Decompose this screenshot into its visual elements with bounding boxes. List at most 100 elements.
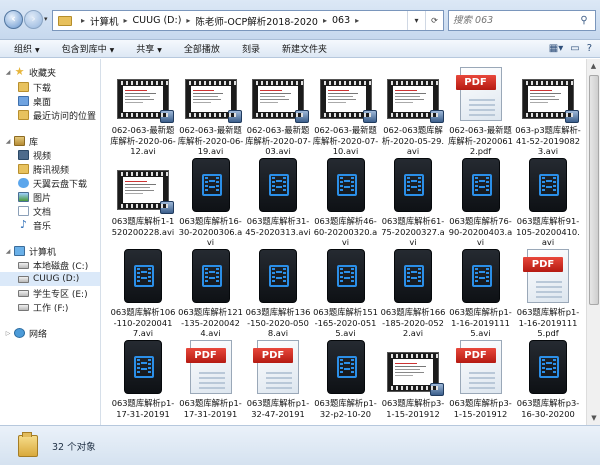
share-menu[interactable]: 共享 ▼ xyxy=(122,42,170,55)
scroll-down-icon[interactable]: ▼ xyxy=(587,411,600,425)
nav-music[interactable]: ♪ 音乐 xyxy=(18,218,51,232)
file-item[interactable]: PDF 063题库解析p1-32-47-20191 xyxy=(245,336,311,425)
file-item[interactable]: 063题库解析1-1520200228.avi xyxy=(110,154,176,246)
nav-computer[interactable]: ◢ 计算机 xyxy=(4,244,56,258)
file-item[interactable]: 062-063-最新题库解析-2020-06-12.avi xyxy=(110,63,176,156)
file-thumbnail: PDF xyxy=(520,245,576,305)
address-bar[interactable]: ▸ 计算机 ▸ CUUG (D:) ▸ 陈老师-OCP解析2018-2020 ▸… xyxy=(52,10,444,31)
collapse-icon[interactable]: ◢ xyxy=(4,138,12,145)
file-item[interactable]: 063题库解析91-105-20200410.avi xyxy=(515,154,581,247)
breadcrumb-chevron-icon[interactable]: ▸ xyxy=(323,16,327,25)
file-item[interactable]: 063题库解析16-30-20200306.avi xyxy=(178,154,244,247)
vertical-scrollbar[interactable]: ▲ ▼ xyxy=(586,59,600,425)
nav-network[interactable]: ▷ 网络 xyxy=(4,326,47,340)
organize-menu[interactable]: 组织 ▼ xyxy=(0,42,48,55)
file-item[interactable]: 063题库解析136-150-2020-0508.avi xyxy=(245,245,311,338)
include-in-library-menu[interactable]: 包含到库中 ▼ xyxy=(48,42,123,55)
file-item[interactable]: 063-p3题库解析-41-52-20190823.avi xyxy=(515,63,581,156)
pdf-file-icon: PDF xyxy=(523,249,569,303)
address-dropdown-icon[interactable]: ▾ xyxy=(407,11,425,30)
breadcrumb-chevron-icon[interactable]: ▸ xyxy=(81,16,85,25)
file-name: 063题库解析46-60-20200320.avi xyxy=(313,216,378,247)
recent-places-icon xyxy=(18,110,29,120)
file-thumbnail xyxy=(453,154,509,214)
help-icon[interactable]: ? xyxy=(587,43,592,54)
nav-videos[interactable]: 视频 xyxy=(18,148,51,162)
cloud-icon xyxy=(18,178,29,188)
file-item[interactable]: PDF 063题库解析p3-1-15-201912 xyxy=(448,336,514,425)
file-item[interactable]: 063题库解析p1-17-31-20191 xyxy=(110,336,176,425)
file-item[interactable]: 063题库解析151-165-2020-0515.avi xyxy=(313,245,379,338)
file-thumbnail xyxy=(318,336,374,396)
breadcrumb-chevron-icon[interactable]: ▸ xyxy=(186,16,190,25)
search-input[interactable] xyxy=(453,12,577,29)
file-name: 063题库解析121-135-20200424.avi xyxy=(178,307,243,338)
file-item[interactable]: 062-063题库解析-2020-05-29.avi xyxy=(380,63,446,156)
file-item[interactable]: 063题库解析106-110-20200417.avi xyxy=(110,245,176,338)
burn-button[interactable]: 刻录 xyxy=(228,42,268,55)
nav-drive-f[interactable]: 工作 (F:) xyxy=(18,300,68,314)
new-folder-button[interactable]: 新建文件夹 xyxy=(268,42,335,55)
nav-drive-e[interactable]: 学生专区 (E:) xyxy=(18,286,88,300)
file-item[interactable]: 063题库解析166-185-2020-0522.avi xyxy=(380,245,446,338)
scroll-up-icon[interactable]: ▲ xyxy=(587,59,600,73)
view-options-icon[interactable]: ▦▾ xyxy=(549,43,563,54)
file-item[interactable]: 062-063-最新题库解析-2020-07-10.avi xyxy=(313,63,379,156)
file-item[interactable]: 063题库解析p1-32-p2-10-20 xyxy=(313,336,379,425)
file-thumbnail xyxy=(520,154,576,214)
file-name: 063题库解析1-1520200228.avi xyxy=(111,216,175,237)
breadcrumb-chevron-icon[interactable]: ▸ xyxy=(355,16,359,25)
nav-favorites[interactable]: ◢ ★ 收藏夹 xyxy=(4,65,56,79)
nav-tianyi-cloud[interactable]: 天翼云盘下载 xyxy=(18,176,87,190)
video-thumbnail-icon xyxy=(387,352,444,396)
file-item[interactable]: 063题库解析61-75-20200327.avi xyxy=(380,154,446,247)
file-item[interactable]: 063题库解析31-45-2020313.avi xyxy=(245,154,311,246)
scrollbar-thumb[interactable] xyxy=(589,75,599,305)
file-item[interactable]: 063题库解析p1-1-16-20191115.avi xyxy=(448,245,514,338)
collapse-icon[interactable]: ◢ xyxy=(4,248,12,255)
file-item[interactable]: PDF 063题库解析p1-17-31-20191 xyxy=(178,336,244,425)
breadcrumb-folder[interactable]: 陈老师-OCP解析2018-2020 xyxy=(195,14,318,28)
recent-pages-dropdown[interactable]: ▾ xyxy=(44,15,48,23)
file-item[interactable]: 063题库解析p3-1-15-201912 xyxy=(380,336,446,425)
file-item[interactable]: 063题库解析76-90-20200403.avi xyxy=(448,154,514,247)
file-item[interactable]: 062-063-最新题库解析-2020-07-03.avi xyxy=(245,63,311,156)
network-icon xyxy=(14,328,25,338)
file-name: 062-063-最新题库解析-2020-07-03.avi xyxy=(245,125,311,156)
nav-drive-d[interactable]: CUUG (D:) xyxy=(0,272,100,286)
breadcrumb-computer[interactable]: 计算机 xyxy=(90,14,119,28)
nav-desktop[interactable]: 桌面 xyxy=(18,94,51,108)
nav-documents[interactable]: 文档 xyxy=(18,204,51,218)
file-item[interactable]: PDF 063题库解析p1-1-16-20191115.pdf xyxy=(515,245,581,338)
search-icon[interactable]: ⚲ xyxy=(577,15,591,26)
breadcrumb-drive[interactable]: CUUG (D:) xyxy=(133,15,182,26)
breadcrumb-chevron-icon[interactable]: ▸ xyxy=(124,16,128,25)
forward-button[interactable]: › xyxy=(24,10,43,29)
file-item[interactable]: 063题库解析46-60-20200320.avi xyxy=(313,154,379,247)
file-thumbnail xyxy=(318,245,374,305)
nav-downloads[interactable]: 下载 xyxy=(18,80,51,94)
nav-tencent-video[interactable]: 腾讯视频 xyxy=(18,162,69,176)
nav-label: 工作 (F:) xyxy=(33,303,69,314)
file-list: 062-063-最新题库解析-2020-06-12.avi 062-063-最新题… xyxy=(102,59,586,425)
pdf-file-icon: PDF xyxy=(185,340,232,394)
play-all-button[interactable]: 全部播放 xyxy=(170,42,228,55)
video-thumbnail-icon xyxy=(252,79,309,123)
back-button[interactable]: ‹ xyxy=(4,10,23,29)
file-item[interactable]: 063题库解析p3-16-30-20200 xyxy=(515,336,581,425)
pdf-file-icon: PDF xyxy=(455,340,502,394)
nav-libraries[interactable]: ◢ 库 xyxy=(4,134,38,148)
refresh-icon[interactable]: ⟳ xyxy=(425,11,443,30)
file-item[interactable]: PDF 062-063-最新题库解析-20200612.pdf xyxy=(448,63,514,156)
file-thumbnail xyxy=(250,245,306,305)
expand-icon[interactable]: ▷ xyxy=(4,330,12,337)
file-item[interactable]: 063题库解析121-135-20200424.avi xyxy=(178,245,244,338)
nav-recent-places[interactable]: 最近访问的位置 xyxy=(18,108,96,122)
file-name: 063-p3题库解析-41-52-20190823.avi xyxy=(515,125,581,156)
breadcrumb-current[interactable]: 063 xyxy=(332,15,350,26)
nav-drive-c[interactable]: 本地磁盘 (C:) xyxy=(18,258,88,272)
file-item[interactable]: 062-063-最新题库解析-2020-06-19.avi xyxy=(178,63,244,156)
nav-pictures[interactable]: 图片 xyxy=(18,190,51,204)
collapse-icon[interactable]: ◢ xyxy=(4,69,12,76)
preview-pane-icon[interactable]: ▭ xyxy=(570,43,579,54)
